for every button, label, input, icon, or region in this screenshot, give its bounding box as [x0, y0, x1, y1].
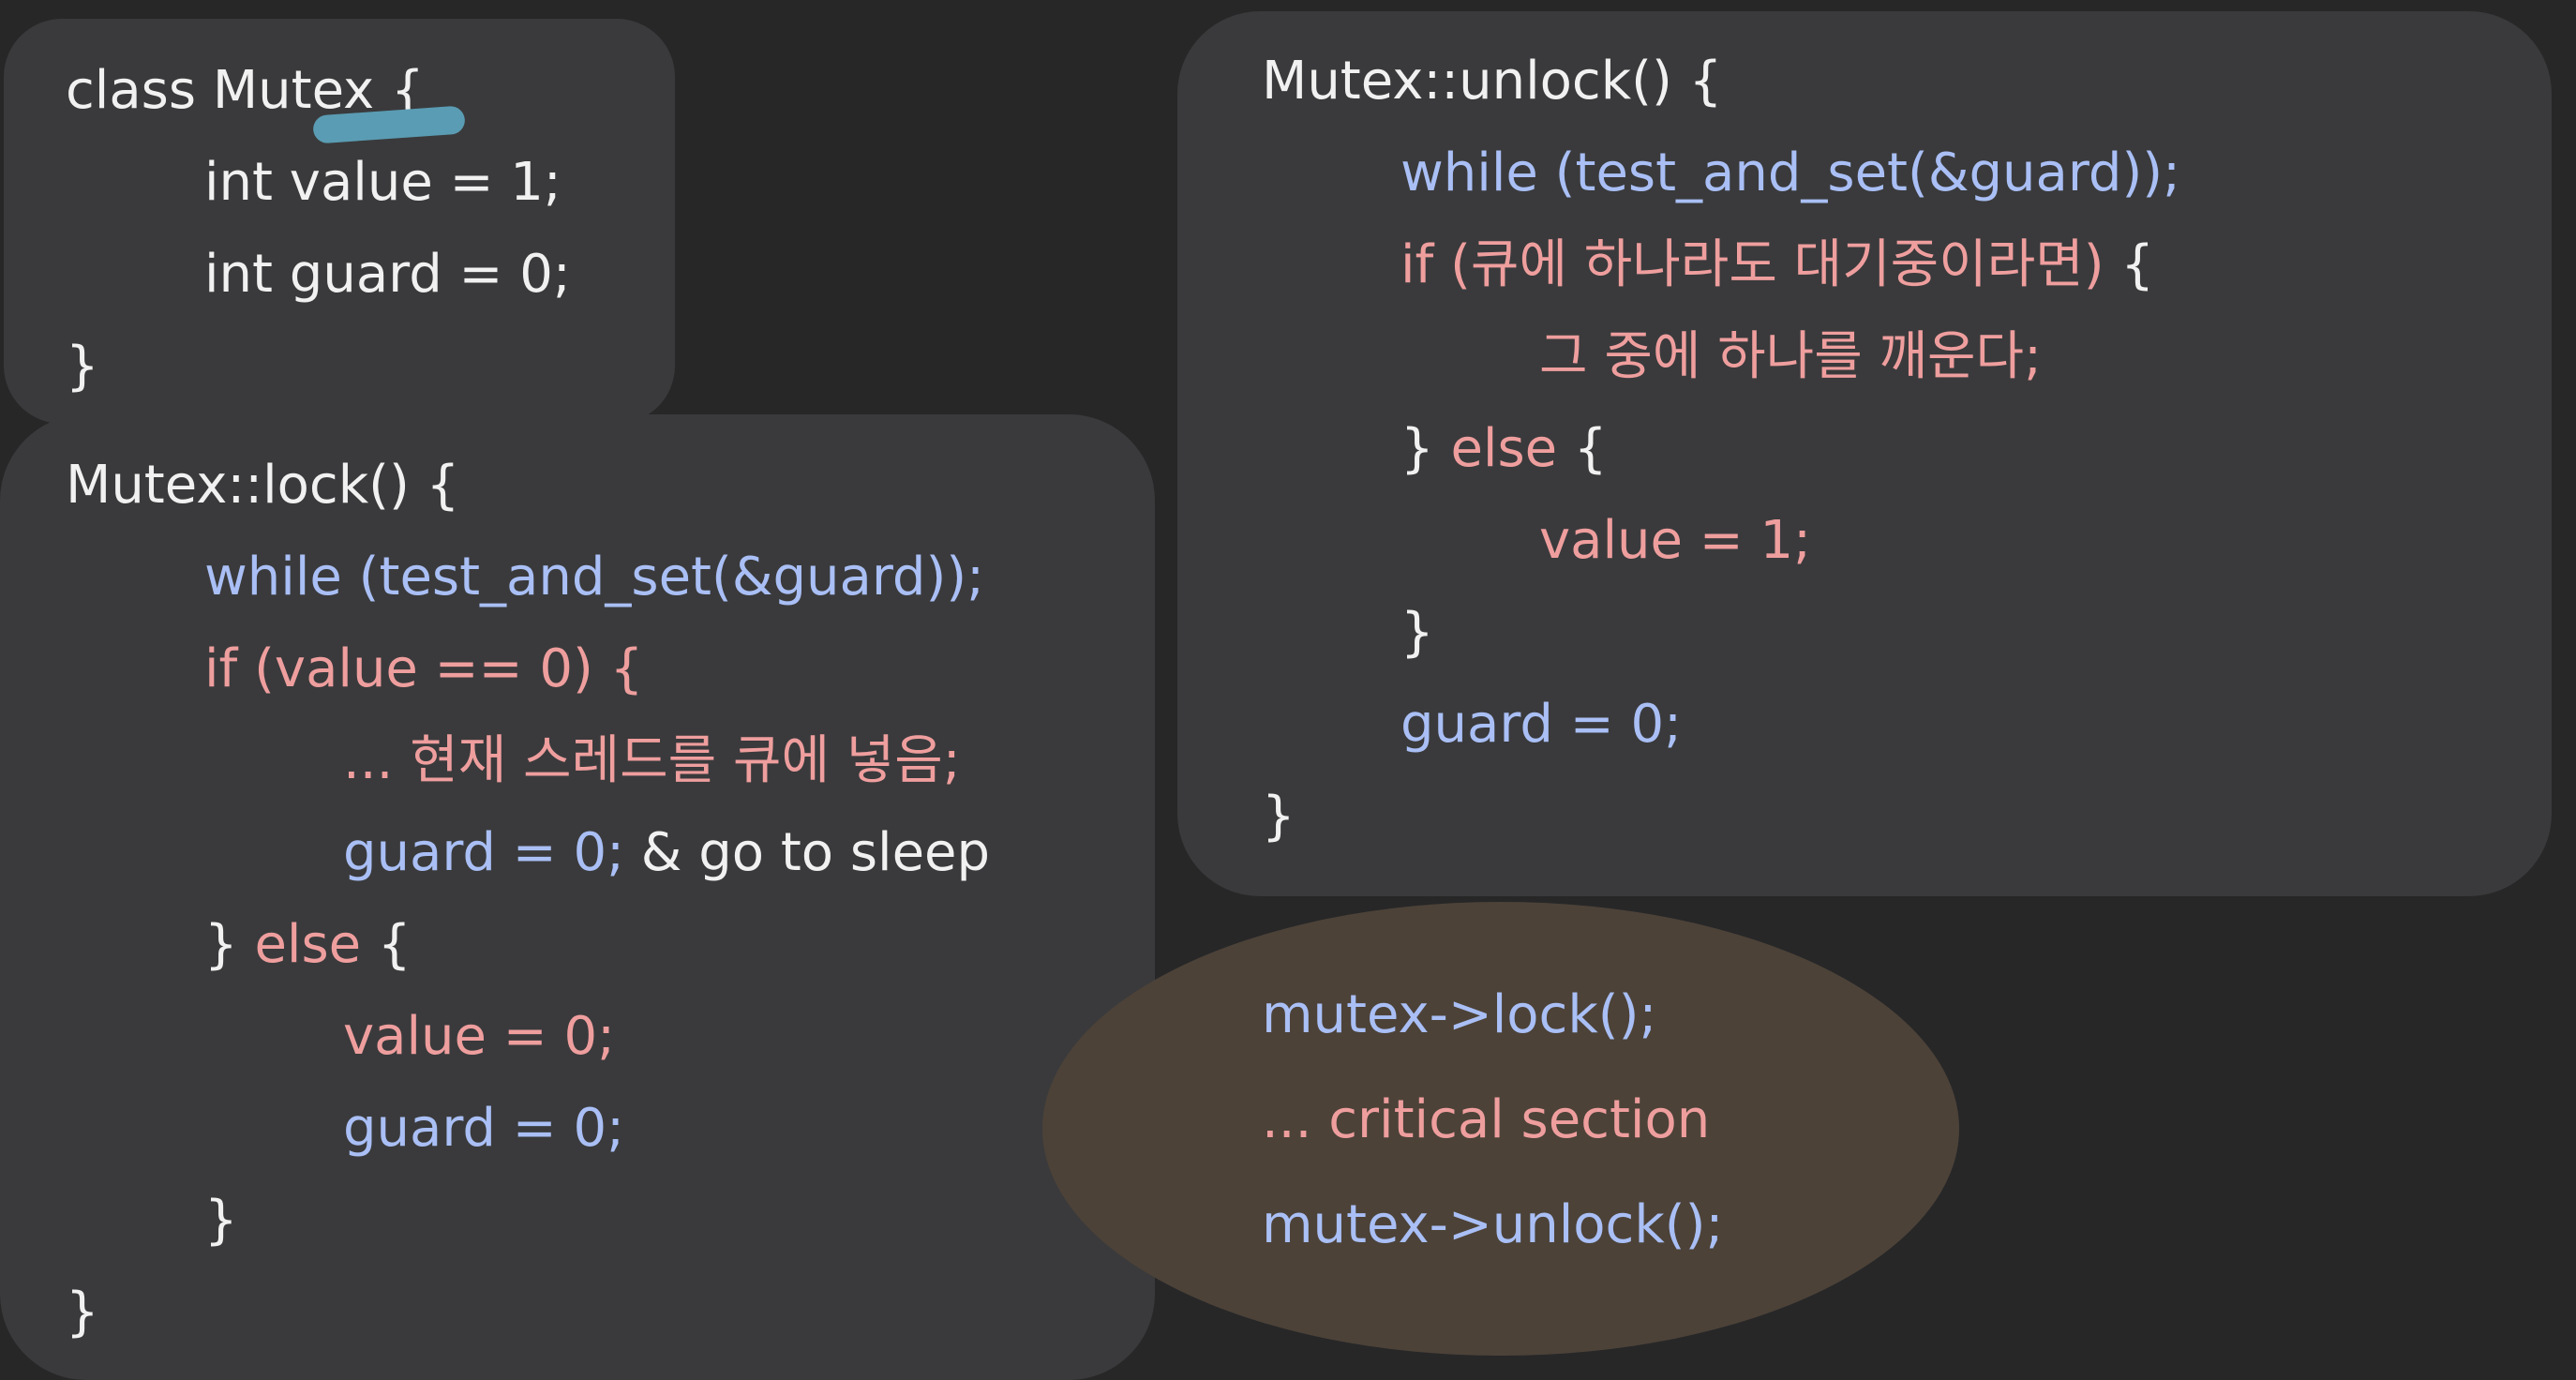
lock-else-line: } else {	[204, 912, 412, 978]
release-guard-sleep-line: guard = 0; & go to sleep	[343, 820, 990, 886]
lock-signature-line: Mutex::lock() {	[66, 455, 460, 516]
guard-field-line: int guard = 0;	[204, 244, 571, 305]
lock-closing-brace: }	[66, 1282, 99, 1342]
mutex-unlock-call: mutex->unlock();	[1262, 1194, 1724, 1255]
unlock-signature-line: Mutex::unlock() {	[1262, 51, 1723, 112]
unlock-spin-line: while (test_and_set(&guard));	[1400, 142, 2181, 203]
unlock-else-line: } else {	[1400, 416, 1608, 482]
lock-else-closing-brace: }	[204, 1190, 238, 1251]
guard-reset-code: guard = 0;	[343, 822, 624, 883]
unlock-else-keyword: else	[1450, 418, 1558, 479]
lock-guard-reset-line: guard = 0;	[343, 1098, 624, 1159]
lock-spin-line: while (test_and_set(&guard));	[204, 547, 985, 608]
enqueue-thread-line: ... 현재 스레드를 큐에 넣음;	[343, 730, 961, 791]
go-to-sleep-note: & go to sleep	[623, 822, 991, 883]
unlock-else-close-brace: }	[1400, 418, 1451, 479]
class-closing-brace: }	[66, 336, 99, 397]
unlock-if-condition: if (큐에 하나라도 대기중이라면)	[1400, 234, 2104, 295]
unlock-else-closing-brace: }	[1400, 602, 1434, 663]
lock-value-set-line: value = 0;	[343, 1006, 615, 1067]
unlock-if-line: if (큐에 하나라도 대기중이라면) {	[1400, 232, 2154, 298]
value-field-line: int value = 1;	[204, 152, 562, 213]
lock-else-keyword: else	[254, 914, 362, 975]
lock-else-open-brace: {	[361, 914, 412, 975]
lock-else-close-brace: }	[204, 914, 255, 975]
unlock-closing-brace: }	[1262, 786, 1295, 847]
unlock-else-open-brace: {	[1557, 418, 1608, 479]
unlock-value-set-line: value = 1;	[1539, 510, 1811, 571]
mutex-lock-call: mutex->lock();	[1262, 984, 1657, 1045]
lock-if-line: if (value == 0) {	[204, 638, 644, 699]
critical-section-line: ... critical section	[1262, 1089, 1711, 1150]
wake-one-thread-line: 그 중에 하나를 깨운다;	[1539, 326, 2042, 387]
unlock-guard-reset-line: guard = 0;	[1400, 694, 1682, 755]
unlock-if-open-brace: {	[2104, 234, 2155, 295]
